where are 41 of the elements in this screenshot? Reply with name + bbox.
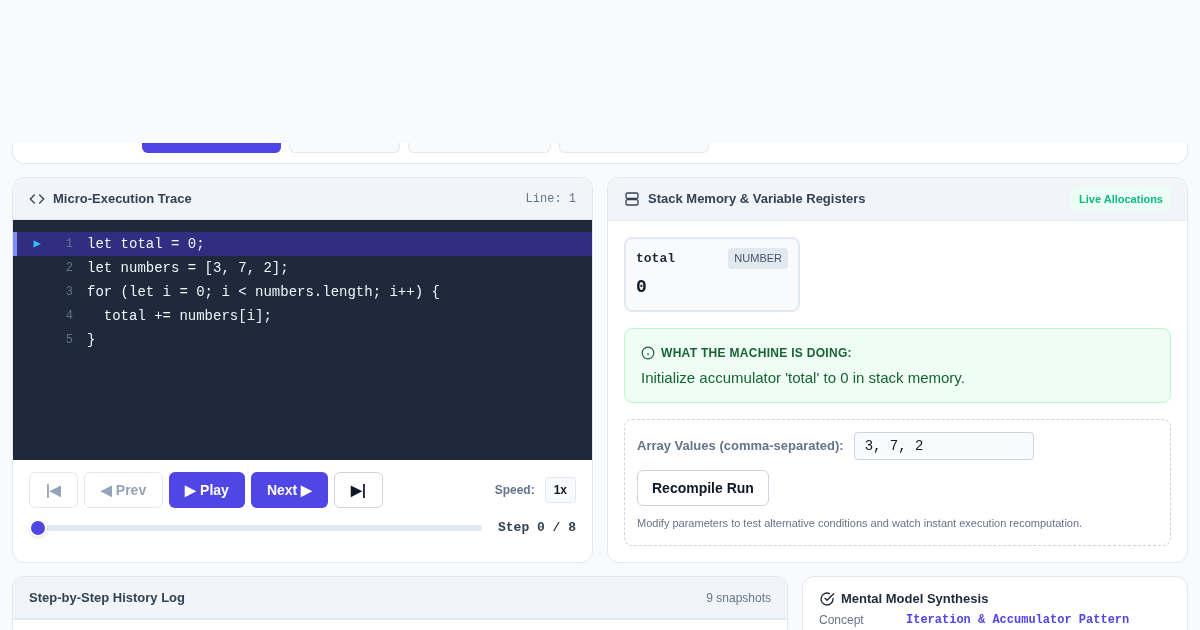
step-counter: Step 0 / 8 xyxy=(498,519,576,537)
variable-type: NUMBER xyxy=(728,248,788,269)
row-label: Concept xyxy=(819,611,865,628)
field-label: Array Values (comma-separated): xyxy=(637,437,844,456)
hint-text: Modify parameters to test alternative conditions and watch instant execution recomputation. xyxy=(637,516,1084,531)
line-number: 2 xyxy=(64,260,73,276)
snapshot-count: 9 snapshots xyxy=(706,589,771,606)
variable-name: total xyxy=(636,249,675,268)
code-text: for (let i = 0; i < numbers.length; i++) { xyxy=(87,283,440,302)
code-text: let total = 0; xyxy=(87,235,205,254)
line-indicator: Line: 1 xyxy=(525,190,576,207)
recompile-button[interactable]: Recompile Run xyxy=(637,470,769,506)
info-icon xyxy=(641,346,655,360)
panel-title: Micro-Execution Trace xyxy=(53,189,192,208)
playback-button[interactable]: ▶ Play xyxy=(169,472,245,508)
current-line-marker: ▶ xyxy=(33,236,41,252)
line-number: 4 xyxy=(64,308,73,324)
preset-button[interactable] xyxy=(142,143,281,153)
line-number: 1 xyxy=(64,236,73,252)
panel-title: Step-by-Step History Log xyxy=(29,588,185,607)
line-number: 5 xyxy=(64,332,73,348)
server-icon xyxy=(624,191,640,207)
explanation-text: Initialize accumulator 'total' to 0 in stack memory. xyxy=(641,368,966,388)
line-number: 3 xyxy=(64,284,73,300)
step-slider[interactable] xyxy=(29,518,482,537)
speed-label: Speed: xyxy=(494,482,535,498)
speed-value[interactable]: 1x xyxy=(544,477,576,503)
check-circle-icon xyxy=(819,590,835,607)
panel-title: Stack Memory & Variable Registers xyxy=(648,190,866,209)
status-badge: Live Allocations xyxy=(1071,186,1171,212)
variable-value: 0 xyxy=(636,275,648,299)
code-text: let numbers = [3, 7, 2]; xyxy=(87,259,289,278)
code-text: } xyxy=(87,331,96,350)
array-input-field[interactable]: 3, 7, 2 xyxy=(853,432,1034,460)
slider-thumb[interactable] xyxy=(29,518,47,537)
playback-button[interactable]: Next ▶ xyxy=(250,472,329,508)
explanation-heading: WHAT THE MACHINE IS DOING: xyxy=(661,345,852,361)
code-text: total += numbers[i]; xyxy=(102,307,272,326)
row-value: Iteration & Accumulator Pattern xyxy=(906,611,1130,628)
playback-button[interactable]: ▶| xyxy=(334,472,384,508)
panel-title: Mental Model Synthesis xyxy=(841,590,989,608)
